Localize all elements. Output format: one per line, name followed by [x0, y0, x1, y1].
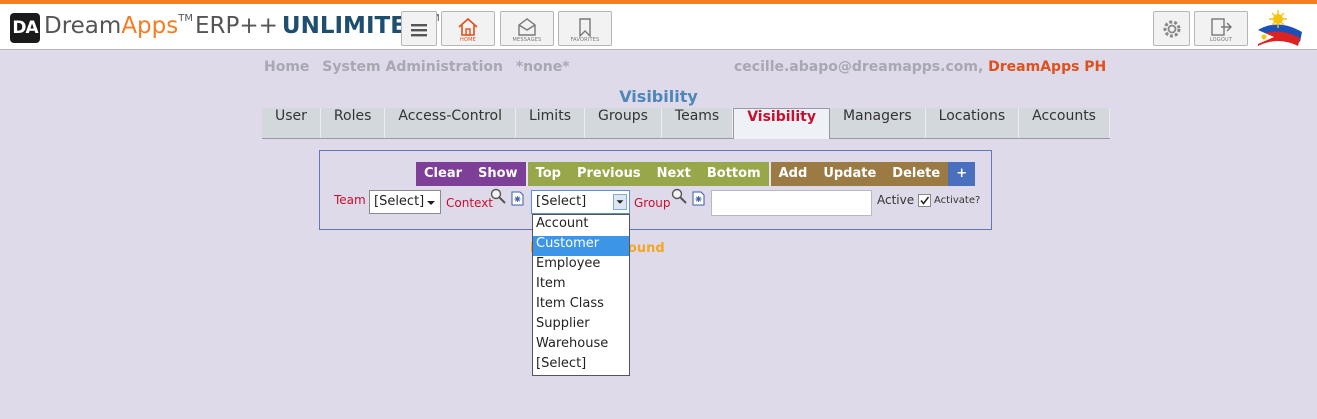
breadcrumb-none: *none*: [515, 59, 570, 75]
context-search-icon[interactable]: [489, 187, 507, 205]
home-button[interactable]: HOME: [441, 11, 495, 46]
user-info: cecille.abapo@dreamapps.com, DreamApps P…: [734, 59, 1106, 75]
breadcrumb: Home System Administration *none*: [264, 59, 578, 75]
page-title: Visibility: [619, 87, 698, 106]
context-option-supplier[interactable]: Supplier: [533, 316, 629, 336]
brand-dream: Dream: [44, 13, 122, 39]
visibility-form-panel: Clear Show Top Previous Next Bottom Add …: [319, 150, 992, 230]
add-button[interactable]: Add: [771, 162, 816, 186]
next-button[interactable]: Next: [649, 162, 699, 186]
brand-apps: Apps: [121, 13, 179, 39]
brand-erp: ERP++: [194, 13, 278, 39]
app-header: DA DreamAppsTMERP++UNLIMITEDTM HOME MESS…: [0, 4, 1317, 50]
tab-teams[interactable]: Teams: [661, 108, 734, 138]
user-email: cecille.abapo@dreamapps.com,: [734, 59, 984, 75]
toolbar-group-more: +: [948, 162, 976, 186]
context-option-employee[interactable]: Employee: [533, 256, 629, 276]
context-label: Context: [446, 196, 494, 210]
menu-button[interactable]: [401, 11, 437, 46]
active-label: Active: [877, 193, 915, 207]
settings-button[interactable]: [1153, 11, 1190, 46]
checkmark-icon: [920, 196, 930, 205]
logo-mark: DA: [10, 13, 40, 43]
show-button[interactable]: Show: [470, 162, 526, 186]
company-name: DreamApps PH: [988, 59, 1107, 75]
messages-icon: [518, 18, 536, 36]
bottom-button[interactable]: Bottom: [699, 162, 769, 186]
context-option-customer[interactable]: Customer: [533, 236, 629, 256]
group-input[interactable]: [711, 190, 872, 216]
brand-logo: DreamAppsTMERP++UNLIMITEDTM: [44, 13, 440, 45]
context-select-value: [Select]: [536, 194, 587, 209]
tab-locations[interactable]: Locations: [925, 108, 1020, 138]
context-select[interactable]: [Select]: [531, 190, 630, 214]
delete-button[interactable]: Delete: [884, 162, 948, 186]
plus-button[interactable]: +: [948, 162, 975, 186]
breadcrumb-home[interactable]: Home: [264, 59, 309, 75]
tab-managers[interactable]: Managers: [829, 108, 926, 138]
context-dropdown-list: Account Customer Employee Item Item Clas…: [532, 214, 630, 376]
context-option-select[interactable]: [Select]: [533, 356, 629, 376]
gear-icon: [1163, 20, 1180, 38]
group-new-icon[interactable]: [692, 191, 705, 206]
tab-access-control[interactable]: Access-Control: [385, 108, 516, 138]
context-option-account[interactable]: Account: [533, 216, 629, 236]
favorites-caption: FAVORITES: [570, 37, 600, 43]
brand-tm: TM: [178, 13, 193, 24]
tab-limits[interactable]: Limits: [515, 108, 585, 138]
chevron-down-icon: [613, 194, 627, 210]
bookmark-icon: [579, 18, 591, 37]
tab-accounts[interactable]: Accounts: [1019, 108, 1110, 138]
chevron-down-icon: [427, 201, 435, 205]
philippines-flag-icon: [1258, 10, 1302, 46]
tab-groups[interactable]: Groups: [584, 108, 662, 138]
messages-caption: MESSAGES: [512, 37, 542, 43]
favorites-button[interactable]: FAVORITES: [558, 11, 612, 46]
team-label: Team: [334, 193, 366, 207]
group-search-icon[interactable]: [670, 187, 688, 205]
context-option-warehouse[interactable]: Warehouse: [533, 336, 629, 356]
tab-visibility[interactable]: Visibility: [733, 108, 830, 139]
team-select-value: [Select]: [374, 194, 425, 209]
toolbar-group-navigate: Top Previous Next Bottom: [525, 162, 769, 186]
update-button[interactable]: Update: [815, 162, 884, 186]
home-icon: [458, 17, 478, 36]
activate-checkbox[interactable]: [918, 194, 931, 207]
hamburger-icon: [411, 24, 427, 37]
home-caption: HOME: [460, 37, 476, 43]
clear-button[interactable]: Clear: [416, 162, 470, 186]
previous-button[interactable]: Previous: [569, 162, 649, 186]
tab-roles[interactable]: Roles: [320, 108, 386, 138]
logout-caption: LOGOUT: [1209, 37, 1233, 43]
admin-tabs: User Roles Access-Control Limits Groups …: [262, 108, 1110, 139]
messages-button[interactable]: MESSAGES: [500, 11, 554, 46]
toolbar-group-edit: Add Update Delete: [768, 162, 949, 186]
logo-letters: DA: [12, 18, 38, 38]
top-button[interactable]: Top: [528, 162, 569, 186]
record-toolbar: Clear Show Top Previous Next Bottom Add …: [416, 162, 976, 186]
tab-user[interactable]: User: [262, 108, 321, 138]
activate-label: Activate?: [934, 195, 981, 206]
logout-icon: [1211, 18, 1232, 36]
context-option-item-class[interactable]: Item Class: [533, 296, 629, 316]
toolbar-group-view: Clear Show: [416, 162, 526, 186]
context-new-icon[interactable]: [511, 191, 524, 206]
logout-button[interactable]: LOGOUT: [1194, 11, 1248, 46]
group-label: Group: [634, 196, 671, 210]
team-select[interactable]: [Select]: [369, 190, 441, 214]
context-option-item[interactable]: Item: [533, 276, 629, 296]
breadcrumb-system-administration[interactable]: System Administration: [322, 59, 503, 75]
